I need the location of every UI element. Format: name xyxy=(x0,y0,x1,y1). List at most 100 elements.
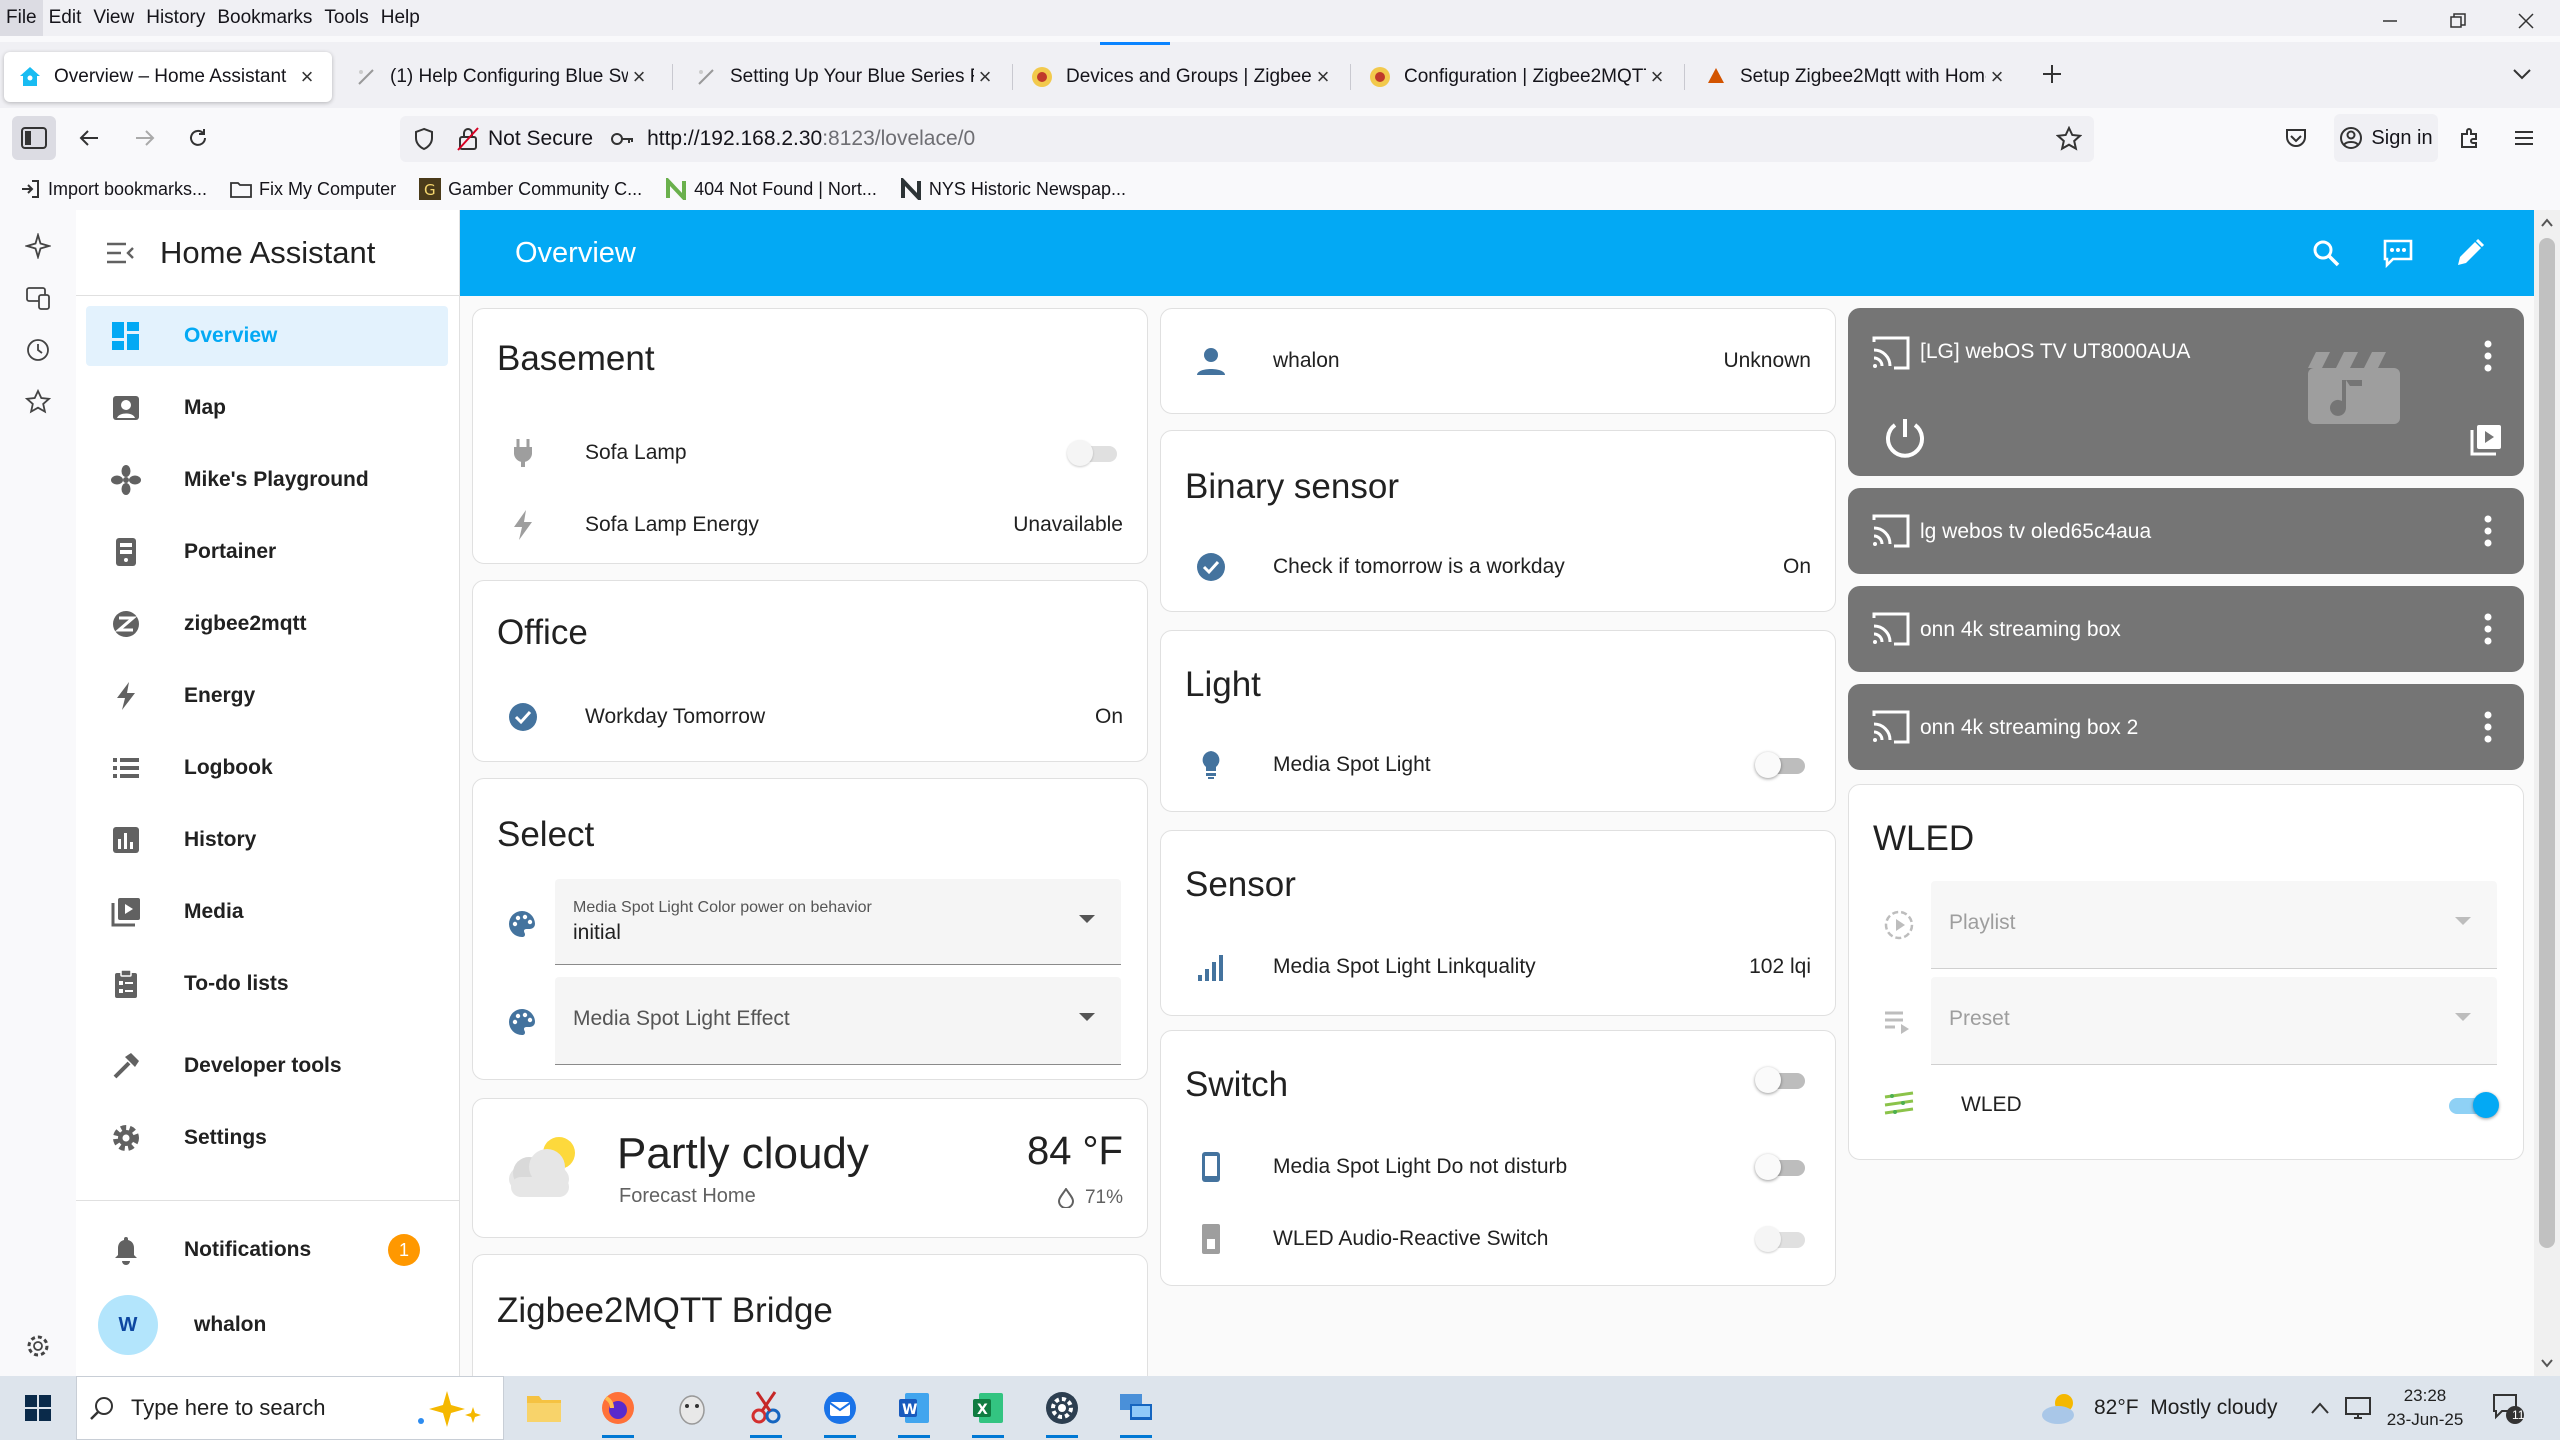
tab-help-configuring[interactable]: (1) Help Configuring Blue Switch × xyxy=(340,52,664,102)
nav-profile[interactable]: W whalon xyxy=(86,1292,448,1358)
taskbar-weather[interactable]: 82°F Mostly cloudy xyxy=(2040,1376,2277,1440)
edit-dashboard-button[interactable] xyxy=(2448,231,2492,275)
more-vertical-icon[interactable] xyxy=(2478,611,2498,647)
taskbar-app-settings[interactable] xyxy=(1040,1386,1084,1438)
entity-row-linkquality[interactable]: Media Spot Light Linkquality 102 lqi xyxy=(1161,937,1835,997)
tab-close-icon[interactable]: × xyxy=(1312,64,1334,90)
nav-todo-lists[interactable]: To-do lists xyxy=(86,954,448,1014)
weather-card[interactable]: Partly cloudy Forecast Home 84 °F 71% xyxy=(472,1098,1148,1238)
synced-tabs-button[interactable] xyxy=(22,282,54,314)
tab-close-icon[interactable]: × xyxy=(1646,64,1668,90)
play-box-multiple-icon[interactable] xyxy=(2470,424,2502,456)
nav-logbook[interactable]: Logbook xyxy=(86,738,448,798)
taskbar-thunderbird[interactable] xyxy=(818,1386,862,1438)
not-secure-indicator[interactable]: Not Secure xyxy=(456,126,593,152)
do-not-disturb-toggle[interactable] xyxy=(1755,1152,1811,1182)
taskbar-search-box[interactable]: Type here to search xyxy=(76,1376,504,1440)
shield-icon[interactable] xyxy=(412,127,436,151)
bookmark-gamber[interactable]: G Gamber Community C... xyxy=(418,177,642,201)
taskbar-app-robot[interactable] xyxy=(670,1386,714,1430)
media-card-lg-webos-ut8000[interactable]: [LG] webOS TV UT8000AUA xyxy=(1848,308,2524,476)
tab-close-icon[interactable]: × xyxy=(1986,64,2008,90)
media-card-lg-oled65c4[interactable]: lg webos tv oled65c4aua xyxy=(1848,488,2524,574)
menu-history[interactable]: History xyxy=(140,0,211,36)
nav-map[interactable]: Map xyxy=(86,378,448,438)
media-card-onn-4k-2[interactable]: onn 4k streaming box 2 xyxy=(1848,684,2524,770)
url-text[interactable]: http://192.168.2.30:8123/lovelace/0 xyxy=(647,127,975,151)
wled-toggle[interactable] xyxy=(2443,1090,2499,1120)
more-vertical-icon[interactable] xyxy=(2478,338,2498,374)
assist-button[interactable] xyxy=(2376,231,2420,275)
tab-devices-groups[interactable]: Devices and Groups | Zigbee2MQTT × xyxy=(1016,52,1348,102)
bookmark-import[interactable]: Import bookmarks... xyxy=(18,177,207,201)
taskbar-excel[interactable]: X xyxy=(966,1386,1010,1438)
entity-row-sofa-lamp[interactable]: Sofa Lamp xyxy=(473,423,1147,483)
taskbar-word[interactable]: W xyxy=(892,1386,936,1438)
ai-chatbot-button[interactable] xyxy=(22,230,54,262)
entity-row-wled-audio-reactive[interactable]: WLED Audio-Reactive Switch xyxy=(1161,1209,1835,1269)
nav-settings[interactable]: Settings xyxy=(86,1108,448,1168)
search-button[interactable] xyxy=(2304,231,2348,275)
url-bar[interactable]: Not Secure http://192.168.2.30:8123/love… xyxy=(400,116,2094,162)
bookmark-star-icon[interactable] xyxy=(2056,126,2082,152)
back-button[interactable] xyxy=(68,116,112,160)
taskbar-clock[interactable]: 23:28 23-Jun-25 xyxy=(2380,1384,2470,1432)
more-vertical-icon[interactable] xyxy=(2478,513,2498,549)
menu-edit[interactable]: Edit xyxy=(43,0,88,36)
taskbar-remote-desktop[interactable] xyxy=(1114,1386,1158,1438)
menu-file[interactable]: File xyxy=(0,0,43,36)
entity-row-workday-tomorrow[interactable]: Workday Tomorrow On xyxy=(473,687,1147,747)
nav-history[interactable]: History xyxy=(86,810,448,870)
more-vertical-icon[interactable] xyxy=(2478,709,2498,745)
entity-row-sofa-lamp-energy[interactable]: Sofa Lamp Energy Unavailable xyxy=(473,495,1147,555)
entity-row-media-spot-light[interactable]: Media Spot Light xyxy=(1161,735,1835,795)
media-spot-light-toggle[interactable] xyxy=(1755,750,1811,780)
entity-row-wled-switch[interactable]: WLED xyxy=(1849,1075,2523,1135)
power-icon[interactable] xyxy=(1882,416,1928,462)
color-power-on-select[interactable]: Media Spot Light Color power on behavior… xyxy=(555,879,1121,965)
bookmark-fix-my-computer[interactable]: Fix My Computer xyxy=(229,177,396,201)
nav-portainer[interactable]: Portainer xyxy=(86,522,448,582)
nav-media[interactable]: Media xyxy=(86,882,448,942)
start-button[interactable] xyxy=(16,1386,60,1430)
new-tab-button[interactable] xyxy=(2030,52,2074,96)
wled-preset-select[interactable]: Preset xyxy=(1931,977,2497,1065)
bookmarks-button[interactable] xyxy=(22,386,54,418)
tab-close-icon[interactable]: × xyxy=(296,64,318,90)
app-menu-button[interactable] xyxy=(2502,116,2546,160)
scrollbar-thumb[interactable] xyxy=(2539,238,2555,1248)
taskbar-firefox[interactable] xyxy=(596,1386,640,1438)
taskbar-snipping-tool[interactable] xyxy=(744,1386,788,1438)
menu-tools[interactable]: Tools xyxy=(318,0,374,36)
audio-reactive-toggle[interactable] xyxy=(1755,1224,1811,1254)
switch-card-header-toggle[interactable] xyxy=(1755,1065,1835,1095)
tab-configuration[interactable]: Configuration | Zigbee2MQTT × xyxy=(1354,52,1682,102)
media-card-onn-4k[interactable]: onn 4k streaming box xyxy=(1848,586,2524,672)
notification-center-button[interactable]: 11 xyxy=(2486,1386,2530,1430)
permissions-key-icon[interactable] xyxy=(611,129,635,149)
menu-help[interactable]: Help xyxy=(375,0,426,36)
taskbar-file-explorer[interactable] xyxy=(522,1386,566,1430)
entity-row-do-not-disturb[interactable]: Media Spot Light Do not disturb xyxy=(1161,1137,1835,1197)
sidebar-toggle-button[interactable] xyxy=(12,116,56,160)
nav-energy[interactable]: Energy xyxy=(86,666,448,726)
tab-setup-zigbee2mqtt[interactable]: Setup Zigbee2Mqtt with Home × xyxy=(1690,52,2022,102)
nav-developer-tools[interactable]: Developer tools xyxy=(86,1036,448,1096)
customize-sidebar-button[interactable] xyxy=(22,1330,54,1362)
minimize-button[interactable] xyxy=(2356,0,2424,42)
nav-overview[interactable]: Overview xyxy=(86,306,448,366)
network-button[interactable] xyxy=(2336,1386,2380,1430)
menu-toggle-button[interactable] xyxy=(100,233,140,273)
nav-mikes-playground[interactable]: Mike's Playground xyxy=(86,450,448,510)
page-scrollbar[interactable] xyxy=(2534,210,2560,1376)
tab-close-icon[interactable]: × xyxy=(628,64,650,90)
wled-playlist-select[interactable]: Playlist xyxy=(1931,881,2497,969)
extensions-button[interactable] xyxy=(2448,116,2492,160)
nav-notifications[interactable]: Notifications 1 xyxy=(86,1220,448,1280)
bookmark-404[interactable]: 404 Not Found | Nort... xyxy=(664,177,877,201)
effect-select[interactable]: Media Spot Light Effect xyxy=(555,977,1121,1065)
list-all-tabs-button[interactable] xyxy=(2500,52,2544,96)
bookmark-nys-newspapers[interactable]: NYS Historic Newspap... xyxy=(899,177,1126,201)
tab-close-icon[interactable]: × xyxy=(974,64,996,90)
nav-zigbee2mqtt[interactable]: zigbee2mqtt xyxy=(86,594,448,654)
